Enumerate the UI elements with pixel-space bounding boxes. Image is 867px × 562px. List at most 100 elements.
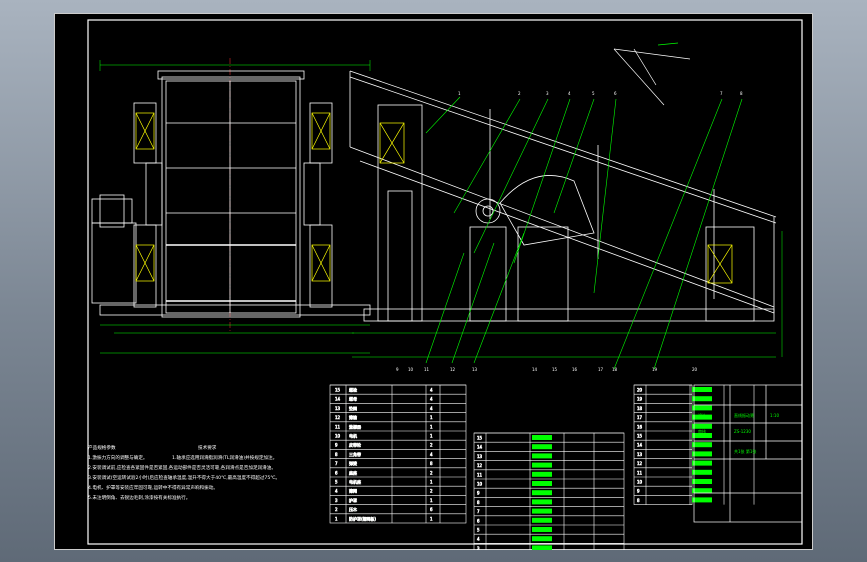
row-fill: [532, 536, 552, 542]
row-fill: [532, 435, 552, 440]
side-view: [349, 70, 783, 358]
row-number: 13: [477, 454, 483, 459]
front-springs: [135, 112, 331, 282]
balloon: 20: [692, 367, 698, 372]
row-number: 13: [637, 452, 643, 457]
part-number: 15: [335, 388, 341, 393]
row-number: 11: [637, 470, 643, 475]
balloon: 19: [652, 367, 658, 372]
balloon: 6: [614, 91, 617, 96]
part-number: 1: [335, 516, 338, 521]
balloon: 11: [424, 367, 430, 372]
row-number: 9: [637, 489, 640, 494]
note-line: 5.未注明倒角、去锐边毛刺,涂漆按有关标准执行。: [88, 496, 191, 501]
part-qty: 4: [430, 397, 433, 402]
note-line: 2.安装调试前,应检查各紧固件是否紧固,各运动部件是否灵活可靠,各润滑点是否加足…: [88, 466, 276, 471]
row-fill: [692, 488, 712, 494]
balloon: 10: [408, 367, 414, 372]
part-name: 电机: [349, 433, 357, 439]
row-number: 8: [637, 498, 640, 503]
drawing-number: ZS-1230: [734, 429, 751, 434]
row-fill: [692, 479, 712, 484]
part-number: 8: [335, 452, 338, 457]
part-number: 3: [335, 498, 338, 503]
notes-header-left: 产品规格参数: [88, 446, 116, 451]
balloon: 12: [450, 367, 456, 372]
front-view: [91, 58, 371, 354]
part-number: 5: [335, 480, 338, 485]
row-fill: [692, 460, 712, 466]
row-number: 15: [477, 436, 483, 441]
part-name: 弹簧: [349, 460, 357, 466]
part-name: 皮带轮: [349, 442, 361, 448]
row-fill: [532, 527, 552, 532]
row-fill: [692, 442, 712, 448]
part-name: 底座: [349, 469, 357, 475]
part-qty: 2: [430, 443, 433, 448]
part-name: 防护罩(筛网板): [349, 515, 377, 521]
part-qty: 1: [430, 498, 433, 503]
row-fill: [532, 471, 552, 477]
part-name: 压木: [349, 506, 357, 512]
row-number: 9: [477, 491, 480, 496]
row-fill: [532, 545, 552, 550]
part-number: 4: [335, 489, 338, 494]
note-line: 3.安装调试(空运转试验2小时)后应检查轴承温度,温升不得大于40℃,最高温度不…: [88, 476, 281, 481]
row-fill: [532, 517, 552, 523]
row-fill: [532, 508, 552, 514]
row-fill: [692, 469, 712, 475]
balloon: 18: [612, 367, 618, 372]
row-fill: [692, 497, 712, 503]
part-name: 三角带: [349, 451, 361, 457]
side-springs: [379, 122, 733, 284]
part-name: 螺栓: [349, 387, 357, 393]
balloon: 17: [598, 367, 604, 372]
part-name: 筛网: [349, 488, 357, 494]
part-name: 护罩: [349, 497, 357, 503]
row-fill: [692, 451, 712, 457]
row-number: 10: [477, 482, 483, 487]
balloon-labels: 1 2 3 4 5 6 7 89 10 11 12 13 14 15 16 17 18 19 20: [396, 91, 743, 372]
sheet-count: 共1张 第1张: [734, 448, 756, 454]
part-number: 2: [335, 507, 338, 512]
part-qty: 1: [430, 424, 433, 429]
part-qty: 2: [430, 470, 433, 475]
balloon: 1: [458, 91, 461, 96]
row-number: 11: [477, 472, 483, 477]
row-number: 7: [477, 509, 480, 514]
row-number: 6: [477, 518, 480, 523]
balloon: 4: [568, 91, 571, 96]
note-line: 1.激振力方向的调整与确定。: [88, 456, 148, 461]
drawing-title: 直线振动筛: [734, 412, 754, 418]
row-number: 20: [637, 388, 643, 393]
row-fill: [532, 490, 552, 496]
row-number: 12: [637, 461, 643, 466]
part-qty: 1: [430, 415, 433, 420]
part-qty: 4: [430, 406, 433, 411]
balloon: 8: [740, 91, 743, 96]
part-qty: 1: [430, 434, 433, 439]
part-qty: 2: [430, 489, 433, 494]
balloon: 9: [396, 367, 399, 372]
part-number: 9: [335, 443, 338, 448]
notes-header-right: 技术要求: [198, 446, 217, 451]
row-number: 19: [637, 397, 643, 402]
row-number: 18: [637, 406, 643, 411]
part-qty: 1: [430, 480, 433, 485]
leader-lines: [425, 96, 743, 370]
row-number: 17: [637, 415, 643, 420]
row-number: 10: [637, 480, 643, 485]
part-number: 13: [335, 406, 341, 411]
part-qty: 6: [430, 507, 433, 512]
parts-table-left: 15 螺栓 414 螺母 413 垫圈 412 筛箱 111 激振器 110 电机 19 皮带轮 28 三角带…: [329, 384, 467, 524]
part-number: 12: [335, 415, 341, 420]
part-number: 11: [335, 424, 341, 429]
part-qty: 1: [430, 516, 433, 521]
part-name: 激振器: [349, 423, 361, 429]
row-number: 4: [477, 537, 480, 542]
row-number: 16: [637, 424, 643, 429]
row-fill: [692, 405, 712, 411]
row-number: 14: [477, 445, 483, 450]
row-fill: [532, 444, 552, 450]
row-number: 5: [477, 528, 480, 533]
